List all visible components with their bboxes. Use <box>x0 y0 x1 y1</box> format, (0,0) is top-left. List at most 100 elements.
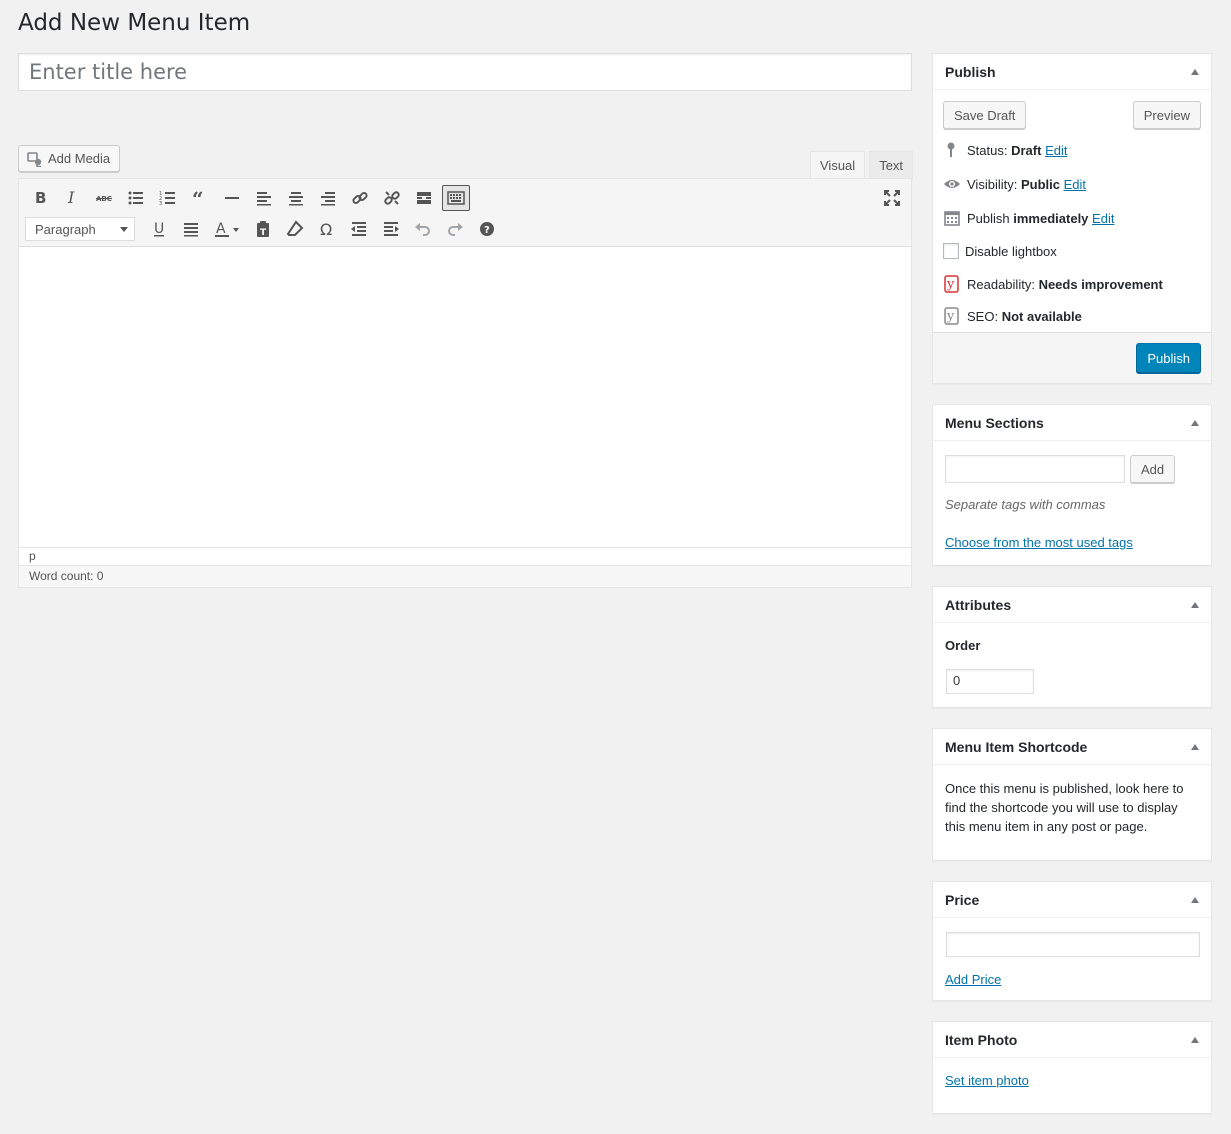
bold-icon[interactable]: B <box>24 185 56 211</box>
yoast-readability-icon: y <box>943 275 961 293</box>
add-price-link[interactable]: Add Price <box>945 972 1001 987</box>
price-header[interactable]: Price <box>933 882 1211 918</box>
toolbar-toggle-icon[interactable] <box>442 185 470 211</box>
edit-status-link[interactable]: Edit <box>1045 143 1067 158</box>
seo-value: Not available <box>1001 308 1082 324</box>
link-icon[interactable] <box>344 185 376 211</box>
element-path[interactable]: p <box>19 547 911 565</box>
publish-box-header[interactable]: Publish <box>933 54 1211 90</box>
order-input[interactable]: 0 <box>946 669 1034 694</box>
publish-actions: Publish <box>933 332 1211 383</box>
svg-text:y: y <box>946 277 955 292</box>
visibility-value: Public <box>1020 176 1060 192</box>
item-photo-box: Item Photo Set item photo <box>932 1021 1212 1114</box>
media-icon <box>27 151 42 167</box>
format-select[interactable]: Paragraph <box>25 217 135 241</box>
yoast-seo-icon: y <box>943 307 961 325</box>
editor-tabs: Visual Text <box>810 151 914 179</box>
clear-formatting-icon[interactable] <box>279 216 311 242</box>
paste-text-icon[interactable]: T <box>247 216 279 242</box>
underline-icon[interactable]: U <box>143 216 175 242</box>
fullscreen-icon[interactable] <box>881 187 903 209</box>
edit-publish-date-link[interactable]: Edit <box>1092 211 1114 226</box>
calendar-icon <box>943 209 961 227</box>
align-right-icon[interactable] <box>312 185 344 211</box>
shortcode-header[interactable]: Menu Item Shortcode <box>933 729 1211 765</box>
choose-tags-link[interactable]: Choose from the most used tags <box>945 535 1133 550</box>
help-icon[interactable]: ? <box>471 216 503 242</box>
status-label: Status: <box>967 142 1008 158</box>
item-photo-title: Item Photo <box>945 1031 1018 1048</box>
disable-lightbox-checkbox[interactable] <box>943 243 959 259</box>
undo-icon[interactable] <box>407 216 439 242</box>
horizontal-rule-icon[interactable] <box>216 185 248 211</box>
status-row: Status: Draft Edit <box>943 141 1067 159</box>
special-character-icon[interactable]: Ω <box>311 216 343 242</box>
collapse-toggle-icon[interactable] <box>1191 68 1199 75</box>
align-left-icon[interactable] <box>248 185 280 211</box>
add-media-button[interactable]: Add Media <box>18 145 120 172</box>
numbered-list-icon[interactable]: 123 <box>152 185 184 211</box>
editor-toolbar: B I ABC 123 “ Paragraph U A T <box>19 179 911 247</box>
publish-date-row: Publish immediately Edit <box>943 209 1114 227</box>
attributes-header[interactable]: Attributes <box>933 587 1211 623</box>
preview-button[interactable]: Preview <box>1132 101 1201 129</box>
editor-content-area[interactable] <box>19 247 911 547</box>
svg-text:T: T <box>260 228 267 238</box>
set-item-photo-link[interactable]: Set item photo <box>945 1073 1029 1088</box>
justify-icon[interactable] <box>175 216 207 242</box>
readability-row: y Readability: Needs improvement <box>943 275 1163 293</box>
attributes-box: Attributes Order 0 <box>932 586 1212 708</box>
publish-date-label: Publish <box>967 210 1010 226</box>
collapse-toggle-icon[interactable] <box>1191 1036 1199 1043</box>
blockquote-icon[interactable]: “ <box>184 185 216 211</box>
svg-text:I: I <box>67 189 75 207</box>
add-media-label: Add Media <box>48 151 111 166</box>
menu-sections-header[interactable]: Menu Sections <box>933 405 1211 441</box>
publish-date-value: immediately <box>1013 210 1089 226</box>
svg-text:?: ? <box>484 225 490 236</box>
text-color-icon[interactable]: A <box>207 216 247 242</box>
read-more-icon[interactable] <box>408 185 440 211</box>
outdent-icon[interactable] <box>343 216 375 242</box>
collapse-toggle-icon[interactable] <box>1191 419 1199 426</box>
collapse-toggle-icon[interactable] <box>1191 601 1199 608</box>
add-tag-button[interactable]: Add <box>1130 455 1176 483</box>
align-center-icon[interactable] <box>280 185 312 211</box>
bullet-list-icon[interactable] <box>120 185 152 211</box>
readability-value: Needs improvement <box>1038 276 1163 292</box>
title-input[interactable]: Enter title here <box>18 53 912 91</box>
disable-lightbox-label: Disable lightbox <box>965 243 1057 259</box>
pin-icon <box>943 141 961 159</box>
save-draft-button[interactable]: Save Draft <box>943 101 1027 129</box>
menu-sections-box: Menu Sections Add Separate tags with com… <box>932 404 1212 566</box>
tab-visual[interactable]: Visual <box>810 151 866 179</box>
order-label: Order <box>945 638 981 653</box>
menu-section-tag-input[interactable] <box>945 455 1125 483</box>
collapse-toggle-icon[interactable] <box>1191 743 1199 750</box>
svg-text:U: U <box>154 221 164 237</box>
collapse-toggle-icon[interactable] <box>1191 896 1199 903</box>
svg-text:3: 3 <box>159 201 162 207</box>
price-input[interactable] <box>946 932 1200 957</box>
strikethrough-icon[interactable]: ABC <box>88 185 120 211</box>
publish-box: Publish Save Draft Preview Status: Draft… <box>932 53 1212 384</box>
svg-text:A: A <box>216 221 226 237</box>
tab-text[interactable]: Text <box>869 151 914 179</box>
menu-sections-title: Menu Sections <box>945 414 1044 431</box>
unlink-icon[interactable] <box>376 185 408 211</box>
readability-label: Readability: <box>967 276 1035 292</box>
visibility-label: Visibility: <box>967 176 1018 192</box>
italic-icon[interactable]: I <box>56 185 88 211</box>
price-title: Price <box>945 891 980 908</box>
status-value: Draft <box>1011 142 1042 158</box>
publish-button[interactable]: Publish <box>1136 343 1201 373</box>
shortcode-description: Once this menu is published, look here t… <box>945 781 1184 834</box>
eye-icon <box>943 175 961 193</box>
edit-visibility-link[interactable]: Edit <box>1064 177 1086 192</box>
indent-icon[interactable] <box>375 216 407 242</box>
redo-icon[interactable] <box>439 216 471 242</box>
chevron-down-icon <box>120 226 128 232</box>
item-photo-header[interactable]: Item Photo <box>933 1022 1211 1058</box>
shortcode-box: Menu Item Shortcode Once this menu is pu… <box>932 728 1212 861</box>
